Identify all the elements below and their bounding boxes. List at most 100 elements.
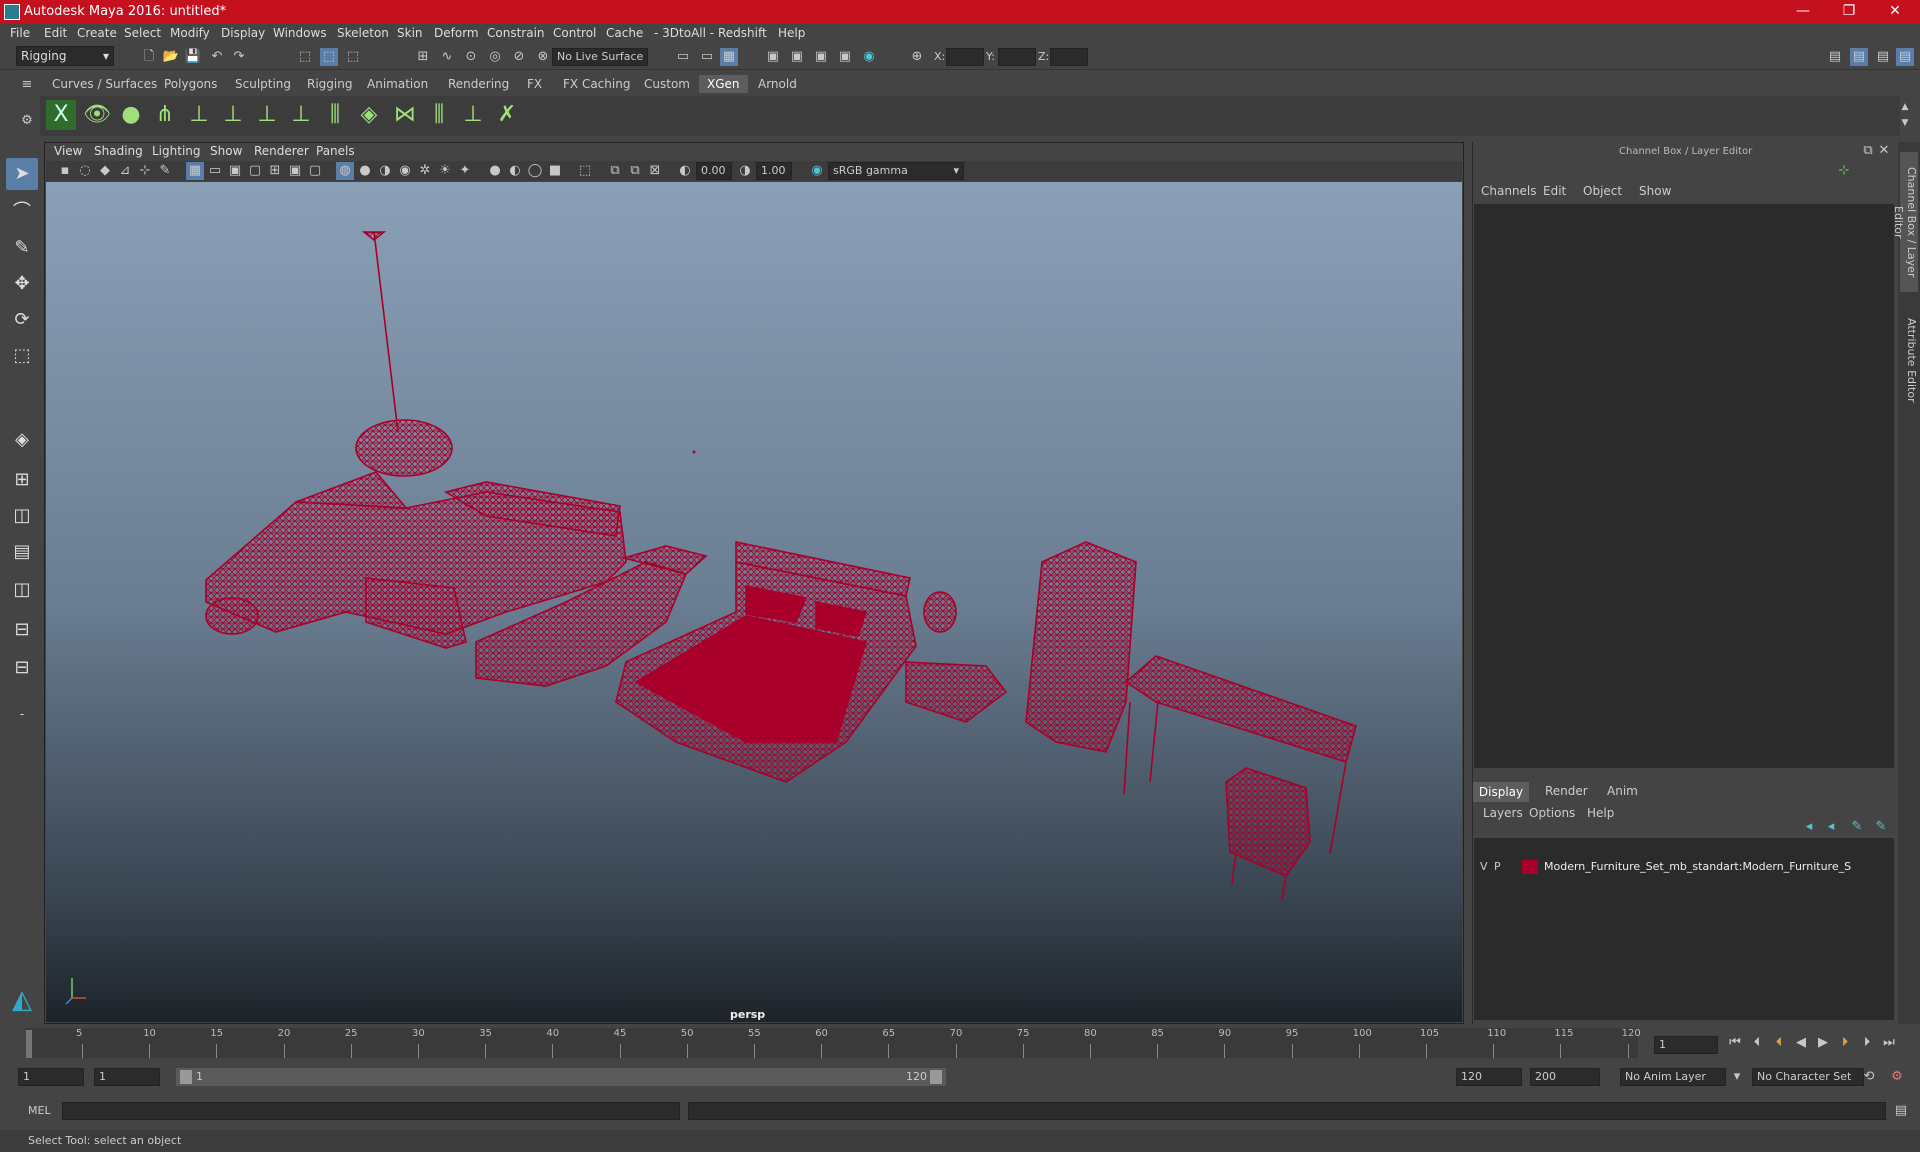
select-tool-icon[interactable]: ➤ (6, 158, 38, 190)
panel-menu-show[interactable]: Show (210, 144, 242, 158)
tool-settings-icon[interactable]: ▤ (1874, 48, 1892, 66)
gamma-field[interactable]: 1.00 (756, 162, 792, 180)
layer-options-menu[interactable]: Options (1529, 806, 1575, 820)
input-ops-icon[interactable]: ▭ (674, 48, 692, 66)
layout-single-icon[interactable]: ◈ (6, 424, 38, 456)
start-frame-field[interactable]: 1 (18, 1068, 84, 1086)
hypershade-icon[interactable]: ◉ (860, 48, 878, 66)
menu-cache[interactable]: Cache (606, 26, 643, 40)
panel-menu-shading[interactable]: Shading (94, 144, 143, 158)
layer-help-menu[interactable]: Help (1587, 806, 1614, 820)
layer-move-down-icon[interactable]: ◂ (1822, 818, 1840, 836)
new-layer-icon[interactable]: ✎ (1872, 818, 1890, 836)
xgen-place-guides-icon[interactable]: ⋔ (150, 100, 180, 130)
exposure-field[interactable]: 0.00 (696, 162, 732, 180)
panel-menu-lighting[interactable]: Lighting (152, 144, 201, 158)
select-hierarchy-icon[interactable]: ⬚ (296, 48, 314, 66)
play-backwards-icon[interactable]: ◀ (1792, 1034, 1810, 1052)
panel-menu-renderer[interactable]: Renderer (254, 144, 309, 158)
layer-color-swatch[interactable] (1522, 860, 1538, 874)
menu-select[interactable]: Select (124, 26, 161, 40)
tab-animation[interactable]: Animation (359, 75, 436, 93)
go-to-end-icon[interactable]: ⏭ (1880, 1034, 1898, 1052)
command-input[interactable] (62, 1102, 680, 1120)
undo-icon[interactable]: ↶ (208, 48, 226, 66)
render-frame-icon[interactable]: ▣ (788, 48, 806, 66)
snap-curve-icon[interactable]: ∿ (438, 48, 456, 66)
close-panel-icon[interactable]: ✕ (1875, 142, 1893, 160)
xray-icon[interactable]: ✲ (416, 162, 434, 180)
layer-tab-anim[interactable]: Anim (1607, 784, 1638, 798)
motion-blur-icon[interactable]: ◐ (506, 162, 524, 180)
shelf-menu-icon[interactable]: ≡ (18, 76, 36, 94)
y-field[interactable] (998, 48, 1036, 66)
step-back-key-icon[interactable]: ⏴ (1770, 1034, 1788, 1052)
shelf-settings-icon[interactable]: ⚙ (18, 112, 36, 130)
grease-pencil-icon[interactable]: ✎ (156, 162, 174, 180)
character-set-dropdown[interactable]: No Character Set (1752, 1068, 1864, 1086)
current-frame-marker[interactable] (26, 1030, 32, 1058)
menu-create[interactable]: Create (77, 26, 117, 40)
xgen-bend-guides-icon[interactable]: ⋈ (390, 100, 420, 130)
resolution-gate-icon[interactable]: ▣ (226, 162, 244, 180)
isolate-select-icon[interactable]: ⬚ (576, 162, 594, 180)
layer-move-up-icon[interactable]: ◂ (1800, 818, 1818, 836)
z-field[interactable] (1050, 48, 1088, 66)
menu-file[interactable]: File (10, 26, 30, 40)
tab-arnold[interactable]: Arnold (750, 75, 805, 93)
layer-tab-render[interactable]: Render (1545, 784, 1588, 798)
close-icon[interactable]: ✕ (1872, 0, 1918, 24)
lights-icon[interactable]: ☀ (436, 162, 454, 180)
menu-windows[interactable]: Windows (273, 26, 327, 40)
xgen-add-guide-icon[interactable]: ⊥ (184, 100, 214, 130)
color-management-icon[interactable]: ◉ (808, 162, 826, 180)
depth-of-field-icon[interactable]: ■ (546, 162, 564, 180)
shadows-icon[interactable]: ✦ (456, 162, 474, 180)
x-field[interactable] (946, 48, 984, 66)
snap-surface-icon[interactable]: ⊘ (510, 48, 528, 66)
rotate-tool-icon[interactable]: ⟳ (6, 304, 38, 336)
tab-curves-surfaces[interactable]: Curves / Surfaces (44, 75, 165, 93)
channel-object-menu[interactable]: Object (1583, 184, 1622, 198)
range-start-handle[interactable] (180, 1070, 192, 1084)
layer-list[interactable]: ◂ ◂ ✎ ✎ V P Modern_Furniture_Set_mb_stan… (1474, 819, 1894, 1020)
script-editor-icon[interactable]: ▤ (1892, 1102, 1910, 1120)
safe-title-icon[interactable]: ▢ (306, 162, 324, 180)
channel-show-menu[interactable]: Show (1639, 184, 1671, 198)
layout-side-icon[interactable]: ◫ (6, 500, 38, 532)
antialias-icon[interactable]: ◯ (526, 162, 544, 180)
xgen-cut-guides-icon[interactable]: ⫼ (320, 100, 350, 130)
lasso-tool-icon[interactable]: ⌒ (6, 196, 38, 228)
menu-redshift[interactable]: Redshift (718, 26, 767, 40)
layout-graph-icon[interactable]: ◫ (6, 574, 38, 606)
wireframe-icon[interactable]: ◍ (336, 162, 354, 180)
go-to-start-icon[interactable]: ⏮ (1726, 1034, 1744, 1052)
animation-prefs-icon[interactable]: ⚙ (1888, 1068, 1906, 1086)
side-tab-attribute-editor[interactable]: Attribute Editor (1900, 310, 1918, 410)
tab-rigging[interactable]: Rigging (299, 75, 360, 93)
menu-set-dropdown[interactable]: Rigging ▾ (16, 46, 114, 66)
attribute-editor-toggle-icon[interactable]: ▤ (1850, 48, 1868, 66)
xgen-lock-length-icon[interactable]: ⊥ (286, 100, 316, 130)
save-scene-icon[interactable]: 💾 (184, 48, 202, 66)
minimize-icon[interactable]: — (1780, 0, 1826, 24)
layers-menu[interactable]: Layers (1483, 806, 1523, 820)
menu-deform[interactable]: Deform (434, 26, 479, 40)
layer-playback-toggle[interactable]: P (1494, 860, 1501, 873)
step-forward-icon[interactable]: ⏵ (1858, 1034, 1876, 1052)
2d-pan-icon[interactable]: ⊹ (136, 162, 154, 180)
textured-icon[interactable]: ◉ (396, 162, 414, 180)
gamma-icon[interactable]: ◑ (736, 162, 754, 180)
safe-action-icon[interactable]: ▣ (286, 162, 304, 180)
play-forwards-icon[interactable]: ▶ (1814, 1034, 1832, 1052)
tab-fx[interactable]: FX (519, 75, 550, 93)
snap-live-icon[interactable]: ⊗ (534, 48, 552, 66)
xgen-noise-guides-icon[interactable]: ⫼ (424, 100, 454, 130)
new-layer-selected-icon[interactable]: ✎ (1848, 818, 1866, 836)
tab-custom[interactable]: Custom (636, 75, 698, 93)
menu-skeleton[interactable]: Skeleton (337, 26, 389, 40)
anim-start-field[interactable]: 1 (94, 1068, 160, 1086)
tab-polygons[interactable]: Polygons (156, 75, 225, 93)
step-back-icon[interactable]: ⏴ (1748, 1034, 1766, 1052)
shelf-scroll-down-icon[interactable]: ▼ (1896, 114, 1914, 132)
